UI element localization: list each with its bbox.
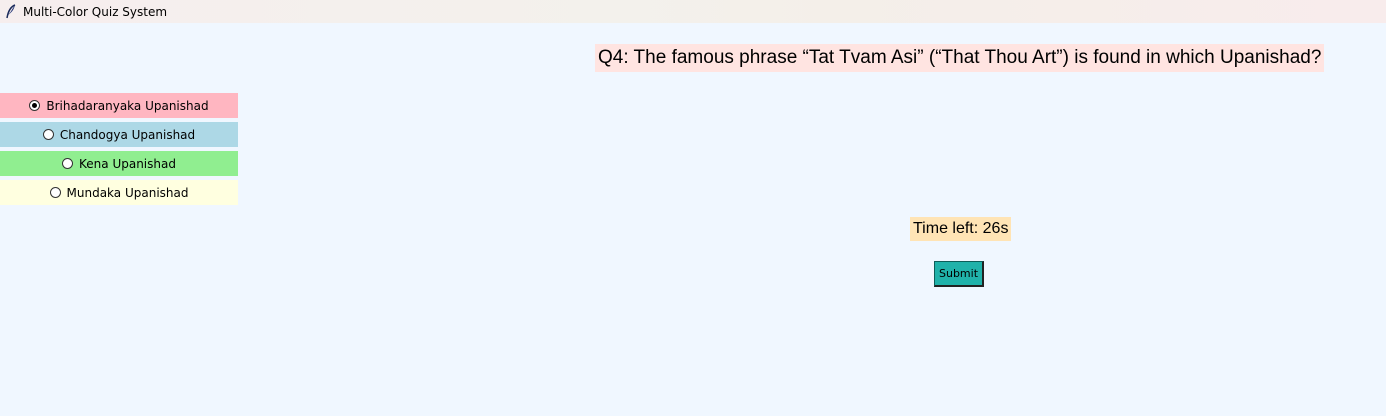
feather-icon <box>4 3 18 20</box>
radio-icon[interactable] <box>42 129 54 140</box>
question-text: Q4: The famous phrase “Tat Tvam Asi” (“T… <box>595 44 1325 72</box>
option-label: Kena Upanishad <box>79 156 176 171</box>
title-bar: Multi-Color Quiz System <box>0 0 1386 23</box>
radio-selected-icon[interactable] <box>29 100 41 111</box>
window-title: Multi-Color Quiz System <box>23 4 168 19</box>
quiz-window <box>0 23 1386 416</box>
radio-icon[interactable] <box>49 187 61 198</box>
option-label: Brihadaranyaka Upanishad <box>46 98 209 113</box>
option-kena[interactable]: Kena Upanishad <box>0 151 238 176</box>
option-label: Chandogya Upanishad <box>59 127 196 142</box>
radio-icon[interactable] <box>62 158 74 169</box>
option-chandogya[interactable]: Chandogya Upanishad <box>0 122 238 147</box>
timer-label: Time left: 26s <box>910 217 1012 241</box>
option-mundaka[interactable]: Mundaka Upanishad <box>0 180 238 205</box>
submit-button[interactable]: Submit <box>934 261 984 287</box>
option-brihadaranyaka[interactable]: Brihadaranyaka Upanishad <box>0 93 238 118</box>
option-label: Mundaka Upanishad <box>66 185 189 200</box>
